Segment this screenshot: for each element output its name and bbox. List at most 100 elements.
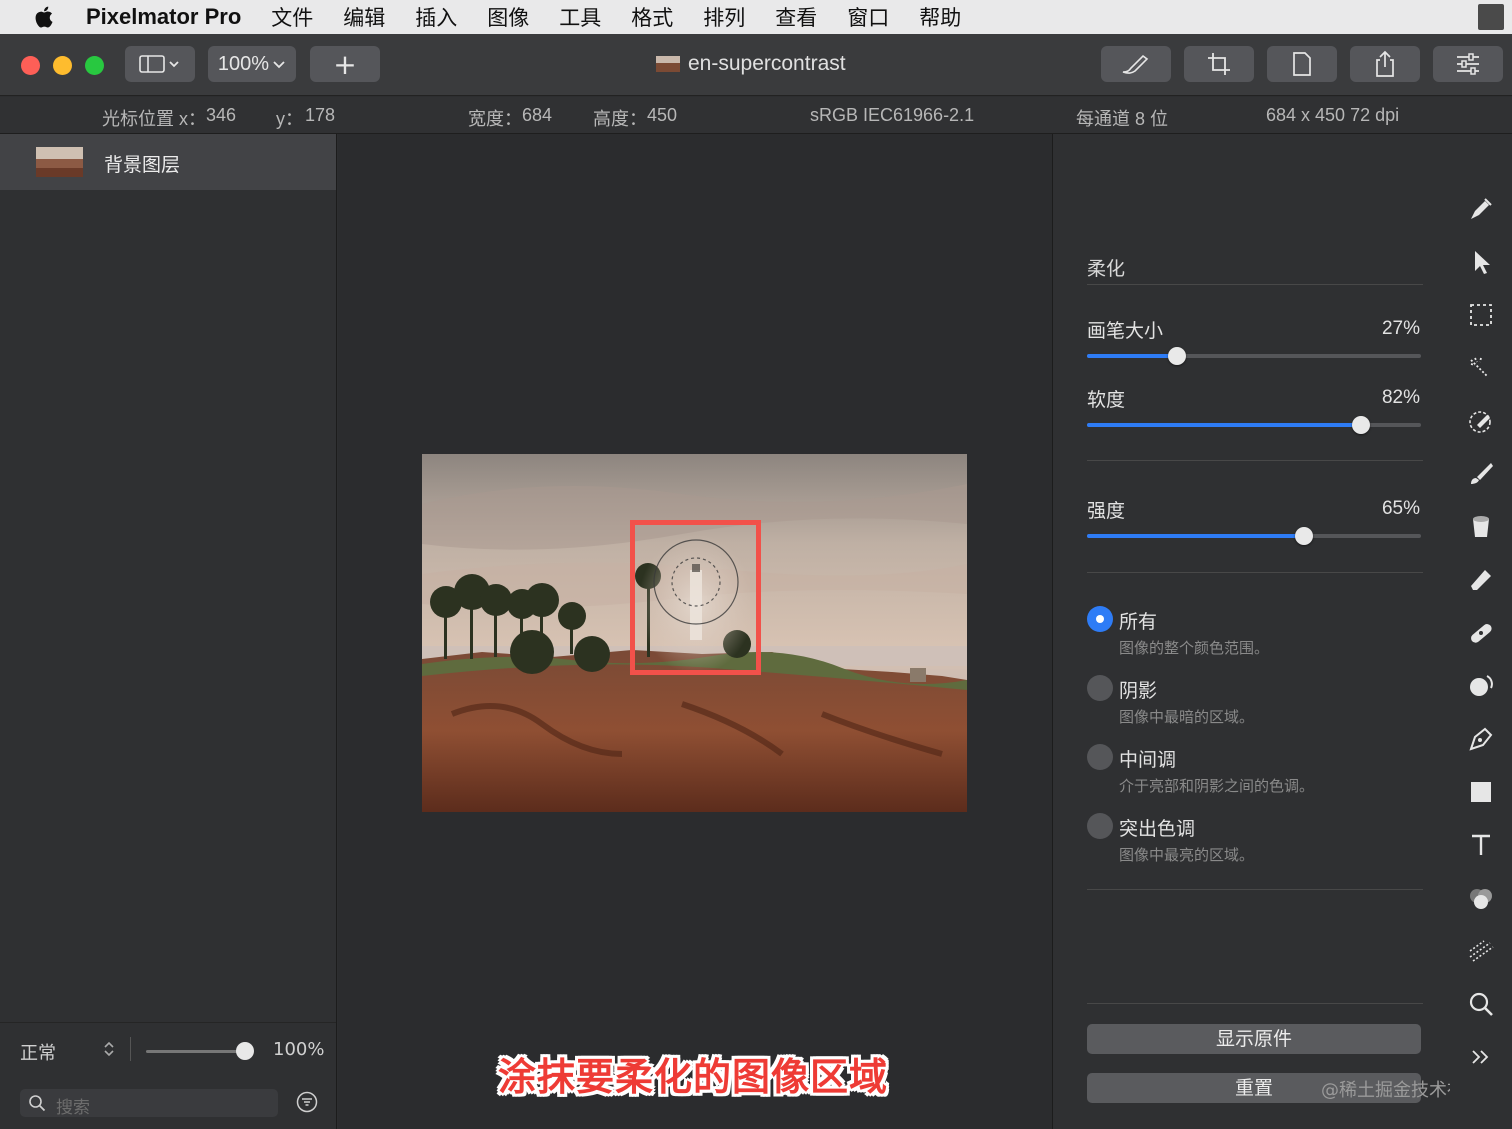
apple-menu-icon[interactable] — [32, 4, 58, 30]
retouch-icon[interactable] — [1466, 671, 1496, 701]
paint-style-icon — [1122, 54, 1149, 74]
strength-value: 65% — [1381, 498, 1420, 519]
strength-slider[interactable] — [1087, 527, 1421, 545]
brush-size-slider[interactable] — [1087, 347, 1421, 365]
softness-slider[interactable] — [1087, 416, 1421, 434]
menu-bar: Pixelmator Pro 文件 编辑 插入 图像 工具 格式 排列 查看 窗… — [0, 0, 1512, 34]
minimize-window-button[interactable] — [53, 56, 72, 75]
app-menu[interactable]: Pixelmator Pro — [86, 4, 241, 30]
width-value: 684 — [522, 105, 553, 125]
paint-brush-icon[interactable] — [1466, 459, 1496, 489]
eraser-icon[interactable] — [1466, 565, 1496, 595]
menu-window[interactable]: 窗口 — [847, 2, 889, 32]
layer-row[interactable]: 背景图层 — [0, 134, 336, 190]
color-picker-icon[interactable] — [1466, 406, 1496, 436]
crop-button[interactable] — [1184, 46, 1254, 82]
show-original-button[interactable]: 显示原件 — [1087, 1024, 1421, 1054]
menu-help[interactable]: 帮助 — [919, 2, 961, 32]
cursor-x-label: 光标位置 x： — [102, 109, 207, 129]
more-tools-icon[interactable] — [1466, 1042, 1496, 1072]
layers-panel: 背景图层 正常 100% 搜索 — [0, 134, 337, 1129]
document-name: en-supercontrast — [688, 52, 846, 75]
magic-select-icon[interactable] — [1466, 353, 1496, 383]
paint-style-icon[interactable] — [1466, 194, 1496, 224]
filter-icon[interactable] — [296, 1091, 318, 1113]
opacity-value: 100% — [273, 1039, 325, 1060]
menu-image[interactable]: 图像 — [487, 2, 529, 32]
add-button[interactable]: + — [310, 46, 380, 82]
selection-icon[interactable] — [1466, 300, 1496, 330]
menu-arrange[interactable]: 排列 — [703, 2, 745, 32]
tutorial-caption: 涂抹要柔化的图像区域 — [498, 1055, 889, 1099]
slider-fill — [1087, 534, 1305, 538]
sidebar-toggle-button[interactable] — [125, 46, 195, 82]
search-icon — [29, 1095, 46, 1112]
slider-fill — [1087, 423, 1361, 427]
search-placeholder: 搜索 — [56, 1098, 90, 1118]
range-all-radio[interactable] — [1087, 606, 1113, 632]
crop-icon — [1208, 53, 1230, 75]
paint-bucket-icon[interactable] — [1466, 512, 1496, 542]
slider-knob[interactable] — [1168, 347, 1187, 365]
layer-search-input[interactable]: 搜索 — [20, 1089, 278, 1118]
distort-icon[interactable] — [1466, 936, 1496, 966]
pen-icon[interactable] — [1466, 724, 1496, 754]
menu-view[interactable]: 查看 — [775, 2, 817, 32]
close-window-button[interactable] — [21, 56, 40, 75]
zoom-icon[interactable] — [1466, 989, 1496, 1019]
slider-knob[interactable] — [1295, 527, 1314, 545]
range-highlights-label: 突出色调 — [1119, 818, 1196, 840]
tool-options-panel: 柔化 画笔大小 27% 软度 82% 强度 65% 所有 图像的整个颜色范围。 … — [1052, 134, 1483, 1129]
color-profile: sRGB IEC61966-2.1 — [810, 105, 975, 125]
layer-name: 背景图层 — [104, 154, 181, 176]
arrange-pointer-icon[interactable] — [1466, 247, 1496, 277]
range-shadows-radio[interactable] — [1087, 675, 1113, 701]
adjustments-button[interactable] — [1433, 46, 1503, 82]
zoom-dropdown[interactable]: 100% — [208, 46, 296, 82]
menu-file[interactable]: 文件 — [271, 2, 313, 32]
document-title: en-supercontrast — [656, 52, 846, 76]
document-icon — [1293, 52, 1311, 76]
export-file-button[interactable] — [1267, 46, 1337, 82]
opacity-slider[interactable] — [146, 1050, 246, 1053]
menubar-status-item[interactable] — [1478, 4, 1504, 30]
height-value: 450 — [647, 105, 678, 125]
document-thumbnail — [656, 56, 680, 72]
divider — [1087, 460, 1423, 461]
blend-controls: 正常 100% — [0, 1022, 336, 1074]
repair-icon[interactable] — [1466, 618, 1496, 648]
style-tools-button[interactable] — [1101, 46, 1171, 82]
shape-icon[interactable] — [1466, 777, 1496, 807]
chevron-down-icon — [273, 61, 285, 69]
canvas-area[interactable]: 涂抹要柔化的图像区域 — [338, 134, 1052, 1129]
divider — [1087, 572, 1423, 573]
divider — [130, 1037, 131, 1061]
softness-label: 软度 — [1087, 389, 1126, 411]
range-all-label: 所有 — [1119, 611, 1158, 633]
menu-tools[interactable]: 工具 — [559, 2, 601, 32]
slider-fill — [1087, 354, 1178, 358]
updown-chevron-icon[interactable] — [102, 1039, 116, 1059]
menu-edit[interactable]: 编辑 — [343, 2, 385, 32]
cursor-y-label: y： — [276, 109, 303, 129]
menu-insert[interactable]: 插入 — [415, 2, 457, 32]
zoom-window-button[interactable] — [85, 56, 104, 75]
range-midtones-radio[interactable] — [1087, 744, 1113, 770]
color-adjust-icon[interactable] — [1466, 883, 1496, 913]
range-all-desc: 图像的整个颜色范围。 — [1119, 639, 1270, 657]
slider-knob[interactable] — [1351, 416, 1370, 434]
brush-size-value: 27% — [1381, 318, 1420, 339]
tool-title: 柔化 — [1087, 258, 1126, 280]
blend-mode-select[interactable]: 正常 — [20, 1039, 56, 1065]
opacity-slider-knob[interactable] — [236, 1042, 254, 1060]
share-button[interactable] — [1350, 46, 1420, 82]
menu-format[interactable]: 格式 — [631, 2, 673, 32]
zoom-value: 100% — [217, 52, 270, 75]
type-icon[interactable] — [1466, 830, 1496, 860]
range-shadows-label: 阴影 — [1119, 680, 1158, 702]
highlight-annotation-box — [630, 520, 761, 675]
divider — [1087, 284, 1423, 285]
range-highlights-radio[interactable] — [1087, 813, 1113, 839]
sidebar-icon — [139, 55, 179, 73]
divider — [1087, 889, 1423, 890]
